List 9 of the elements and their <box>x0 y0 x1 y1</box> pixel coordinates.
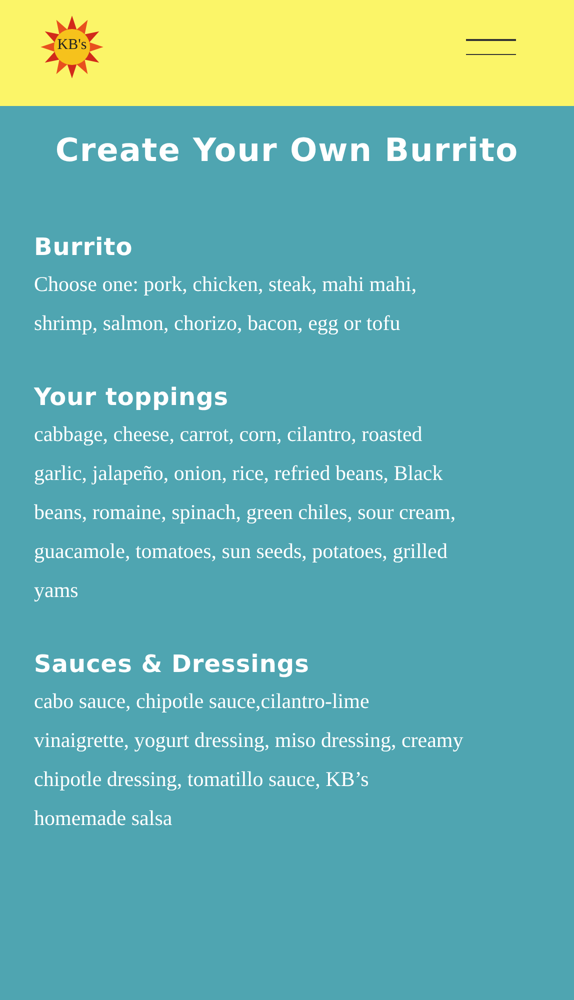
section-heading: Burrito <box>34 233 134 261</box>
logo[interactable]: KB's <box>34 13 110 81</box>
section-heading: Sauces & Dressings <box>34 650 310 678</box>
section-heading: Your toppings <box>34 383 230 411</box>
section-text: cabo sauce, chipotle sauce,cilantro-lime vinaigrette, yogurt dressing, miso dressing, creamy chipotle dressing, tomatillo sauce, KB’s homemade salsa <box>34 688 464 832</box>
page-title: Create Your Own Burrito <box>54 132 520 169</box>
menu-icon[interactable] <box>466 39 516 55</box>
section-text: cabbage, cheese, carrot, corn, cilantro, roasted garlic, jalapeño, onion, rice, refried beans, Black beans, romaine, spinach, green chiles, sour cream, guacamole, tomatoes, sun seeds, potatoes, grilled yams <box>34 421 457 604</box>
section-text: Choose one: pork, chicken, steak, mahi mahi, shrimp, salmon, chorizo, bacon, egg or tofu <box>34 271 418 337</box>
